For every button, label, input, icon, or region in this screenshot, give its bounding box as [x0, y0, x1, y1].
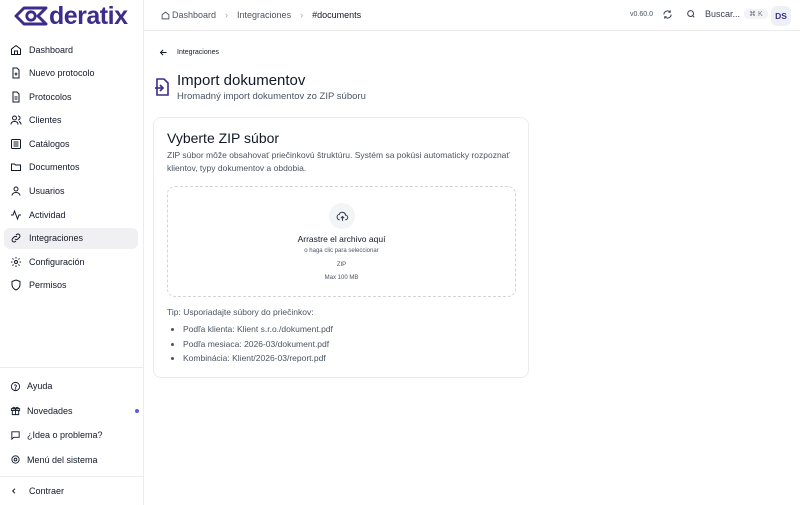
file-dropzone[interactable]: Arrastre el archivo aquí o haga clic par…: [167, 186, 516, 297]
sidebar-item-catalogos[interactable]: Catálogos: [4, 133, 138, 154]
sidebar-item-nuevo-protocolo[interactable]: Nuevo protocolo: [4, 63, 138, 84]
feedback-label: ¿Idea o problema?: [27, 430, 103, 441]
sidebar-item-label: Usuarios: [29, 186, 65, 197]
sidebar-item-label: Nuevo protocolo: [29, 68, 95, 79]
sidebar-item-usuarios[interactable]: Usuarios: [4, 181, 138, 202]
top-header: Dashboard › Integraciones › #documents v…: [144, 0, 800, 31]
file-text-icon: [10, 91, 22, 103]
collapse-label: Contraer: [29, 486, 65, 496]
breadcrumb-current: #documents: [312, 10, 362, 20]
home-icon: [161, 11, 170, 20]
users-icon: [10, 114, 22, 126]
help-circle-icon: [10, 381, 21, 392]
sidebar-item-label: Catálogos: [29, 138, 70, 149]
sidebar-item-protocolos[interactable]: Protocolos: [4, 86, 138, 107]
upload-icon: [329, 203, 355, 229]
file-plus-icon: [10, 67, 22, 79]
sidebar-item-clientes[interactable]: Clientes: [4, 110, 138, 131]
tip-list: Podľa klienta: Klient s.r.o./dokument.pd…: [183, 322, 333, 366]
folder-icon: [10, 161, 22, 173]
link-icon: [10, 232, 22, 244]
search-button[interactable]: Buscar... ⌘ K: [686, 9, 768, 19]
dropzone-file-type: ZIP: [336, 262, 347, 268]
back-link[interactable]: Integraciones: [159, 48, 219, 57]
search-label: Buscar...: [705, 9, 741, 19]
help-link[interactable]: Ayuda: [0, 374, 143, 399]
arrow-left-icon: [159, 48, 168, 57]
refresh-icon[interactable]: [662, 9, 674, 21]
card-description: ZIP súbor môže obsahovať priečinkovú štr…: [167, 150, 510, 173]
activity-icon: [10, 209, 22, 221]
sidebar-item-documentos[interactable]: Documentos: [4, 157, 138, 178]
shield-icon: [10, 279, 22, 291]
gear-icon: [10, 256, 22, 268]
sidebar-item-dashboard[interactable]: Dashboard: [4, 39, 138, 60]
page-subtitle: Hromadný import dokumentov zo ZIP súboru: [177, 91, 366, 102]
dropzone-subtitle: o haga clic para seleccionar: [304, 248, 379, 254]
card-title: Vyberte ZIP súbor: [167, 130, 280, 146]
sidebar-bottom: Ayuda Novedades ¿Idea o problema? Menú d…: [0, 367, 143, 472]
sidebar: deratix Dashboard Nuevo protocolo Protoc…: [0, 0, 144, 505]
notification-dot: [135, 408, 139, 413]
chevron-left-icon: [10, 487, 20, 495]
page-title: Import dokumentov: [177, 72, 306, 89]
settings-icon: [10, 454, 21, 465]
sidebar-item-label: Actividad: [29, 209, 66, 220]
sidebar-item-label: Integraciones: [29, 233, 84, 244]
search-shortcut: ⌘ K: [744, 9, 768, 19]
sidebar-item-label: Documentos: [29, 162, 80, 173]
avatar[interactable]: DS: [771, 6, 791, 26]
logo-mark-icon: [14, 6, 48, 26]
list-icon: [10, 138, 22, 150]
sidebar-item-label: Dashboard: [29, 44, 74, 55]
list-item: Kombinácia: Klient/2026-03/report.pdf: [183, 351, 333, 366]
search-icon: [686, 9, 696, 19]
help-label: Ayuda: [27, 381, 53, 392]
sidebar-item-label: Clientes: [29, 115, 62, 126]
user-group-icon: [10, 185, 22, 197]
chevron-right-icon: ›: [225, 10, 229, 20]
home-icon: [10, 44, 22, 56]
list-item: Podľa mesiaca: 2026-03/dokument.pdf: [183, 337, 333, 352]
feedback-link[interactable]: ¿Idea o problema?: [0, 423, 143, 448]
list-item: Podľa klienta: Klient s.r.o./dokument.pd…: [183, 322, 333, 337]
sidebar-item-permisos[interactable]: Permisos: [4, 275, 138, 296]
upload-card: Vyberte ZIP súbor ZIP súbor môže obsahov…: [153, 117, 529, 378]
sidebar-item-label: Configuración: [29, 256, 85, 267]
message-icon: [10, 430, 21, 441]
logo-text: deratix: [49, 1, 128, 30]
sidebar-item-label: Permisos: [29, 280, 67, 291]
logo[interactable]: deratix: [14, 1, 128, 30]
sidebar-nav: Dashboard Nuevo protocolo Protocolos Cli…: [4, 39, 138, 299]
file-import-icon: [155, 78, 169, 96]
dropzone-title: Arrastre el archivo aquí: [297, 234, 386, 244]
dropzone-max-size: Max 100 MB: [324, 275, 359, 281]
news-label: Novedades: [27, 405, 73, 416]
sidebar-item-label: Protocolos: [29, 91, 72, 102]
sidebar-item-configuracion[interactable]: Configuración: [4, 251, 138, 272]
breadcrumb-dashboard[interactable]: Dashboard: [172, 10, 216, 20]
chevron-right-icon: ›: [300, 10, 304, 20]
version-label: v0.60.0: [630, 11, 653, 18]
news-link[interactable]: Novedades: [0, 399, 143, 424]
gift-icon: [10, 405, 21, 416]
collapse-button[interactable]: Contraer: [0, 476, 143, 505]
system-menu-link[interactable]: Menú del sistema: [0, 448, 143, 473]
tip-title: Tip: Usporiadajte súbory do priečinkov:: [167, 307, 314, 317]
sidebar-item-integraciones[interactable]: Integraciones: [4, 227, 138, 249]
sidebar-item-actividad[interactable]: Actividad: [4, 204, 138, 225]
back-label: Integraciones: [177, 49, 220, 56]
breadcrumb: Dashboard › Integraciones › #documents: [161, 10, 361, 20]
breadcrumb-integraciones[interactable]: Integraciones: [237, 10, 291, 20]
system-menu-label: Menú del sistema: [27, 454, 98, 465]
